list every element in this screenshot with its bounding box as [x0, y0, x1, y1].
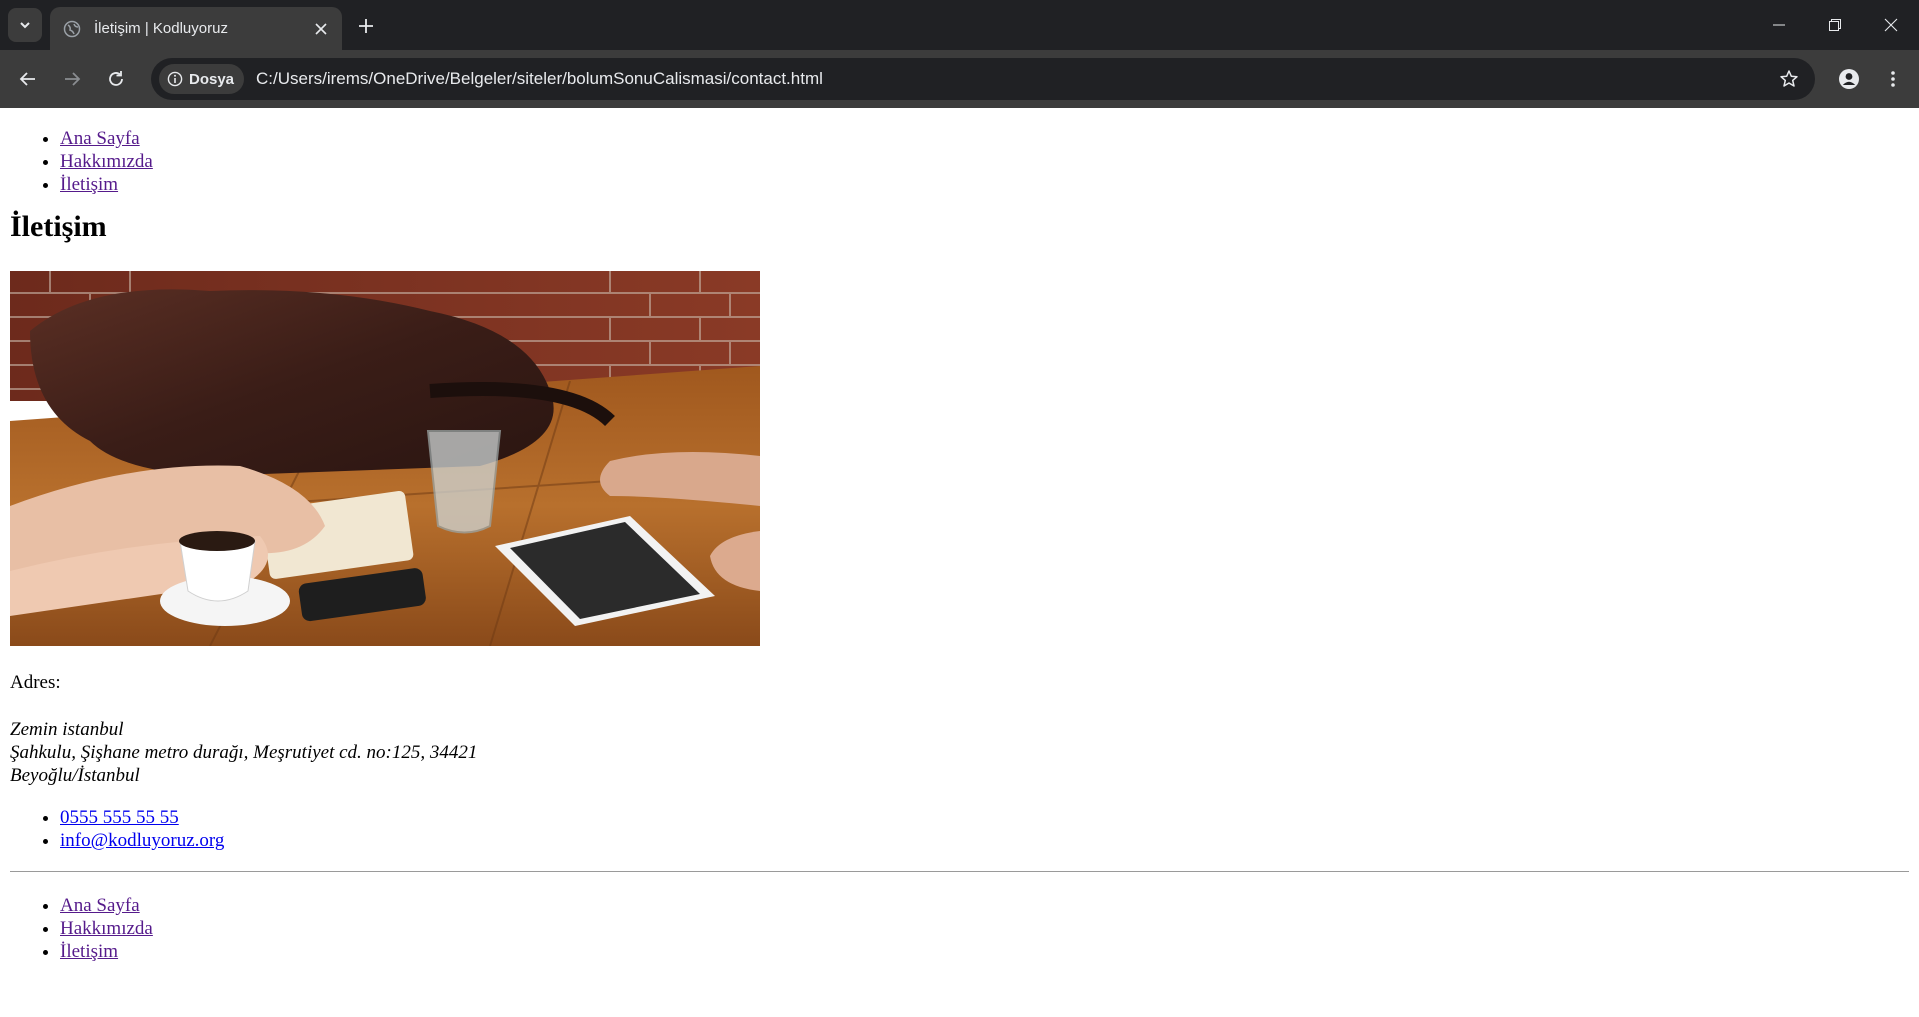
footer-link-about[interactable]: Hakkımızda [60, 918, 153, 939]
profile-button[interactable] [1831, 61, 1867, 97]
page-content: Ana Sayfa Hakkımızda İletişim İletişim [0, 127, 1919, 963]
footer-link-contact[interactable]: İletişim [60, 941, 118, 962]
site-chip-label: Dosya [189, 70, 235, 88]
nav-item-contact: İletişim [60, 173, 1909, 196]
star-icon [1780, 70, 1798, 87]
address-block: Zemin istanbul Şahkulu, Şişhane metro du… [10, 718, 1909, 787]
footer-link-home[interactable]: Ana Sayfa [60, 895, 140, 916]
phone-link[interactable]: 0555 555 55 55 [60, 807, 179, 828]
profile-icon [1839, 69, 1859, 89]
tab-title: İletişim | Kodluyoruz [94, 20, 228, 37]
nav-item-about: Hakkımızda [60, 150, 1909, 173]
footer-nav-item-contact: İletişim [60, 940, 1909, 963]
back-arrow-icon [19, 72, 35, 86]
address-line: Beyoğlu/İstanbul [10, 765, 140, 786]
restore-button[interactable] [1807, 0, 1863, 50]
close-window-button[interactable] [1863, 0, 1919, 50]
forward-arrow-icon [65, 72, 81, 86]
plus-icon [359, 19, 373, 33]
contact-list: 0555 555 55 55 info@kodluyoruz.org [10, 806, 1909, 852]
footer-divider [10, 871, 1909, 872]
tab-strip: İletişim | Kodluyoruz [0, 0, 1919, 50]
footer-nav-item-about: Hakkımızda [60, 917, 1909, 940]
minimize-button[interactable] [1751, 0, 1807, 50]
tab-close-button[interactable] [310, 18, 332, 40]
close-icon [315, 22, 327, 35]
page-title: İletişim [10, 210, 107, 243]
contact-item-phone: 0555 555 55 55 [60, 806, 1909, 829]
top-nav: Ana Sayfa Hakkımızda İletişim [10, 127, 1909, 196]
nav-link-home[interactable]: Ana Sayfa [60, 128, 140, 149]
minimize-icon [1773, 24, 1785, 26]
footer-nav-item-home: Ana Sayfa [60, 894, 1909, 917]
menu-button[interactable] [1875, 61, 1911, 97]
tab-search-button[interactable] [8, 8, 42, 42]
browser-toolbar: Dosya C:/Users/irems/OneDrive/Belgeler/s… [0, 50, 1919, 108]
close-window-icon [1884, 18, 1898, 32]
back-button[interactable] [10, 61, 46, 97]
nav-link-about[interactable]: Hakkımızda [60, 151, 153, 172]
restore-icon [1829, 19, 1841, 31]
globe-icon [62, 19, 82, 39]
contact-item-email: info@kodluyoruz.org [60, 829, 1909, 852]
address-bar[interactable]: Dosya C:/Users/irems/OneDrive/Belgeler/s… [151, 58, 1815, 100]
tab-search-icon [20, 22, 30, 29]
water-glass [426, 430, 502, 534]
url-text[interactable]: C:/Users/irems/OneDrive/Belgeler/siteler… [256, 69, 1771, 89]
kebab-menu-icon [1891, 71, 1895, 87]
bookmark-button[interactable] [1771, 61, 1807, 97]
reload-icon [109, 71, 123, 86]
site-info-chip[interactable]: Dosya [159, 64, 245, 94]
address-label: Adres: [10, 672, 61, 693]
info-icon [167, 71, 183, 87]
new-tab-button[interactable] [352, 12, 380, 40]
window-controls [1751, 0, 1919, 50]
active-tab[interactable]: İletişim | Kodluyoruz [50, 7, 342, 50]
meeting-photo [10, 271, 760, 646]
nav-link-contact[interactable]: İletişim [60, 174, 118, 195]
email-link[interactable]: info@kodluyoruz.org [60, 830, 224, 851]
reload-button[interactable] [98, 61, 134, 97]
address-line: Zemin istanbul [10, 719, 124, 740]
footer-nav: Ana Sayfa Hakkımızda İletişim [10, 894, 1909, 963]
toolbar-right [1831, 61, 1911, 97]
nav-item-home: Ana Sayfa [60, 127, 1909, 150]
address-line: Şahkulu, Şişhane metro durağı, Meşrutiye… [10, 742, 478, 763]
forward-button[interactable] [54, 61, 90, 97]
